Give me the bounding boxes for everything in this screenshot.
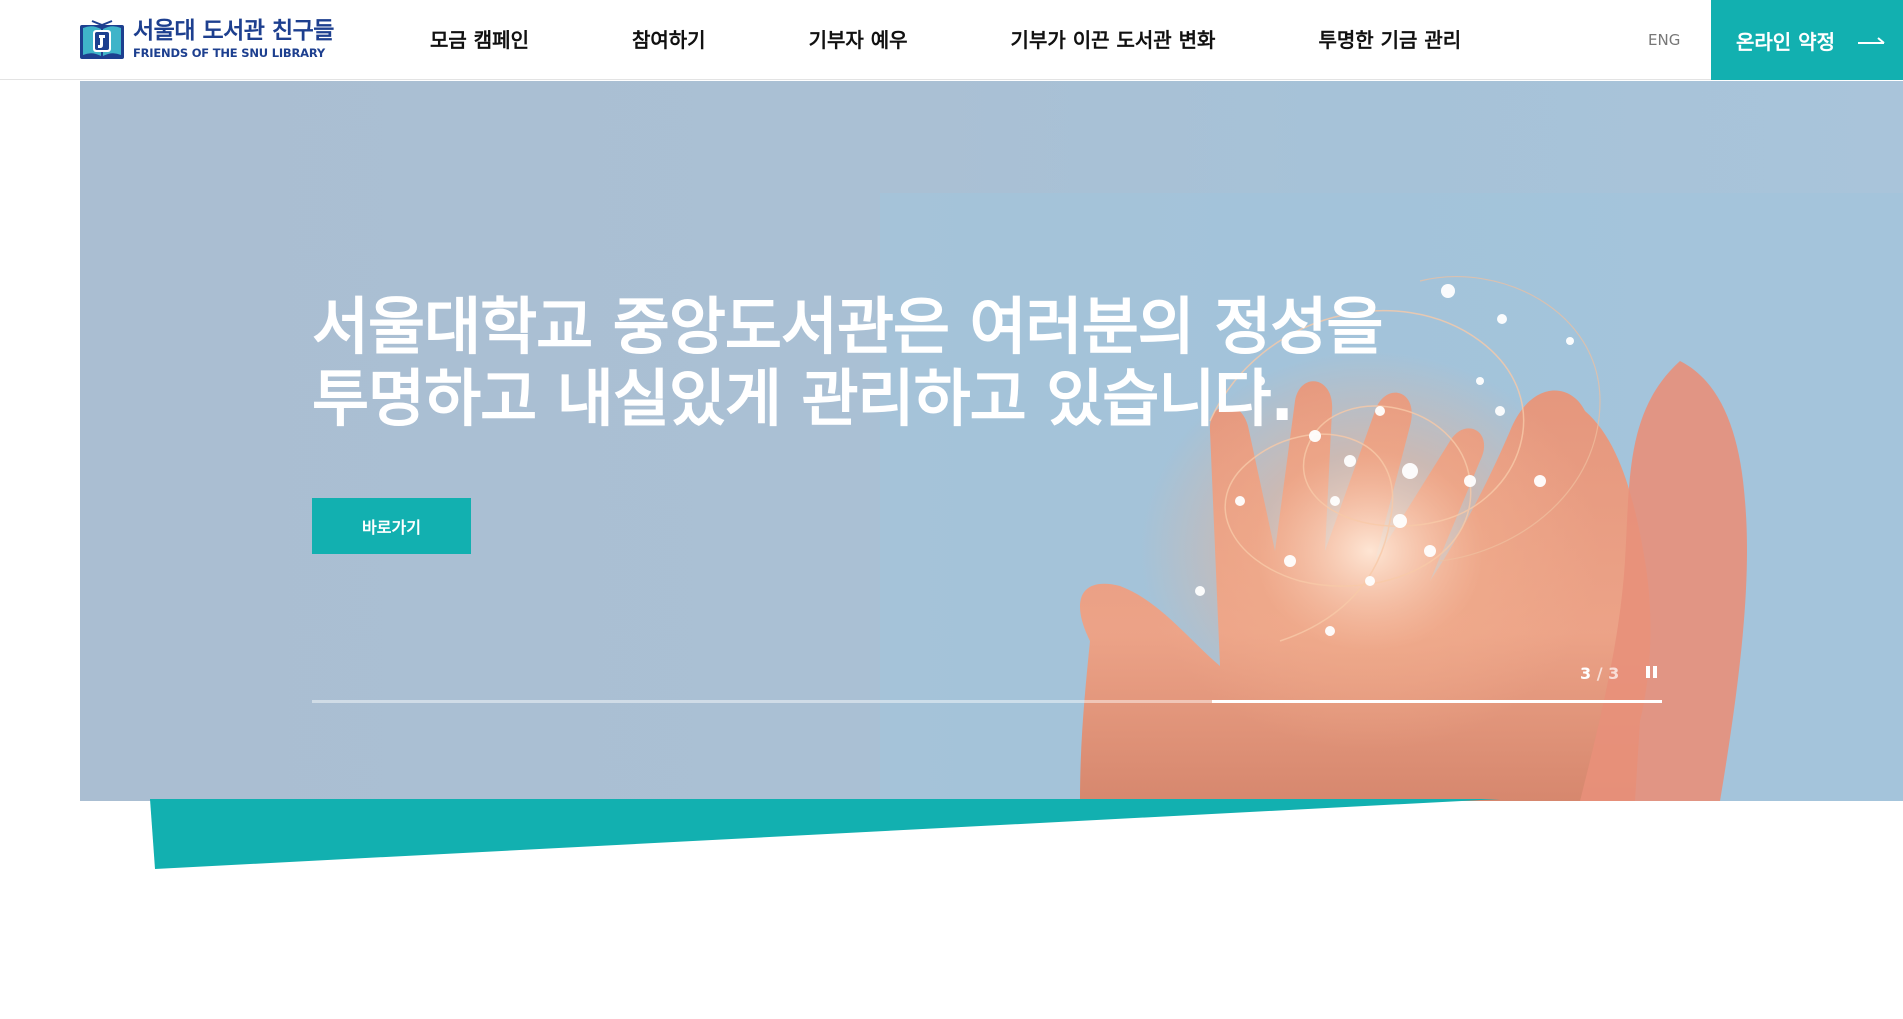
slide-current: 3 (1580, 664, 1592, 683)
slide-total: 3 (1608, 664, 1620, 683)
nav-item-participate[interactable]: 참여하기 (632, 0, 706, 80)
hero-title: 서울대학교 중앙도서관은 여러분의 정성을 투명하고 내실있게 관리하고 있습니… (312, 290, 1383, 435)
go-now-button[interactable]: 바로가기 (312, 498, 471, 554)
slide-counter: 3 / 3 (1580, 664, 1619, 683)
nav-item-library-changes[interactable]: 기부가 이끈 도서관 변화 (1011, 0, 1216, 80)
nav-item-fund-management[interactable]: 투명한 기금 관리 (1318, 0, 1461, 80)
slide-progress-fill (1212, 700, 1662, 703)
logo-text: 서울대 도서관 친구들 FRIENDS OF THE SNU LIBRARY (133, 20, 334, 60)
online-pledge-label: 온라인 약정 (1736, 29, 1835, 54)
online-pledge-button[interactable]: 온라인 약정 (1711, 0, 1903, 80)
logo-title-en: FRIENDS OF THE SNU LIBRARY (133, 46, 325, 61)
pause-icon[interactable] (1646, 666, 1658, 680)
slide-separator: / (1596, 664, 1603, 683)
slide-progress-track[interactable] (312, 700, 1662, 703)
logo-title-ko: 서울대 도서관 친구들 (133, 18, 334, 45)
site-header: 서울대 도서관 친구들 FRIENDS OF THE SNU LIBRARY 모… (0, 0, 1903, 80)
arrow-right-icon (1857, 34, 1886, 46)
nav-item-campaign[interactable]: 모금 캠페인 (430, 0, 529, 80)
library-book-icon (79, 19, 125, 61)
decorative-accent-strip (150, 799, 1500, 869)
nav-item-donor-benefits[interactable]: 기부자 예우 (809, 0, 908, 80)
site-logo[interactable]: 서울대 도서관 친구들 FRIENDS OF THE SNU LIBRARY (79, 18, 334, 62)
hands-with-lights-image (1080, 276, 1748, 801)
language-switch-link[interactable]: ENG (1648, 31, 1680, 49)
hero-slider: 서울대학교 중앙도서관은 여러분의 정성을 투명하고 내실있게 관리하고 있습니… (80, 81, 1903, 801)
main-nav: 모금 캠페인 참여하기 기부자 예우 기부가 이끈 도서관 변화 투명한 기금 … (430, 0, 1461, 80)
